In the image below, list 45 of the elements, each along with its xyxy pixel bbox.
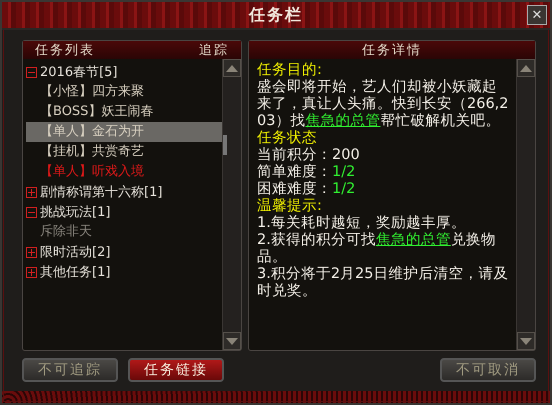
task-item[interactable]: 【挂机】共赏奇艺 — [40, 144, 144, 159]
task-item-row[interactable]: 【小怪】四方来聚 — [26, 82, 222, 102]
detail-text: 任务状态 — [257, 130, 318, 147]
panel-title: 任务列表 — [35, 42, 95, 59]
detail-text: 当前积分：200 — [257, 147, 361, 164]
detail-text: 盛会即将开始，艺人们却被小妖藏起来了，真让人头痛。快到长安（266,203）找焦急的总管帮忙破解机关吧。 — [257, 79, 510, 130]
detail-text: 温馨提示: — [257, 198, 323, 215]
task-item-row[interactable]: 【BOSS】妖王闹春 — [26, 102, 222, 122]
task-item[interactable]: 【单人】听戏入境 — [40, 164, 144, 179]
scroll-down-icon[interactable] — [517, 332, 535, 350]
expand-toggle-icon[interactable] — [26, 66, 37, 78]
scroll-down-icon[interactable] — [223, 332, 241, 350]
expand-toggle-icon[interactable] — [26, 186, 37, 198]
task-group[interactable]: 2016春节[5] — [40, 63, 118, 81]
task-item[interactable]: 【单人】金石为开 — [40, 124, 144, 139]
close-button[interactable]: ✕ — [527, 5, 547, 25]
task-item-row[interactable]: 【单人】听戏入境 — [26, 162, 222, 182]
action-button[interactable]: 任务链接 — [128, 358, 224, 382]
expand-toggle-icon[interactable] — [26, 246, 37, 258]
task-group[interactable]: 限时活动[2] — [40, 243, 110, 261]
task-group[interactable]: 挑战玩法[1] — [40, 203, 110, 221]
panel-title: 任务详情 — [362, 42, 422, 59]
detail-text: 3.积分将于2月25日维护后清空，请及时兑奖。 — [257, 266, 510, 300]
track-header: 追踪 — [199, 42, 229, 59]
task-item-row[interactable]: 【单人】金石为开 — [26, 122, 222, 142]
expand-toggle-icon[interactable] — [26, 266, 37, 278]
task-group[interactable]: 其他任务[1] — [40, 263, 110, 281]
detail-text: 任务目的: — [257, 62, 323, 79]
task-item-row[interactable]: 【挂机】共赏奇艺 — [26, 142, 222, 162]
task-item[interactable]: 【BOSS】妖王闹春 — [40, 104, 154, 119]
scroll-up-icon[interactable] — [517, 59, 535, 77]
task-group[interactable]: 剧情称谓第十六称[1] — [40, 183, 162, 201]
window-title: 任务栏 — [249, 4, 303, 26]
detail-text: 2.获得的积分可找焦急的总管兑换物品。 — [257, 232, 497, 266]
task-item[interactable]: 【小怪】四方来聚 — [40, 84, 144, 99]
scroll-up-icon[interactable] — [223, 59, 241, 77]
scroll-thumb[interactable] — [223, 135, 227, 155]
detail-text: 简单难度：1/2 — [257, 164, 356, 180]
detail-text: 1.每关耗时越短，奖励越丰厚。 — [257, 215, 467, 232]
expand-toggle-icon[interactable] — [26, 206, 37, 218]
scrollbar[interactable] — [516, 59, 535, 350]
task-item[interactable]: 斥除非天 — [40, 224, 92, 239]
task-item-row[interactable]: 斥除非天 — [26, 222, 222, 242]
detail-text: 困难难度：1/2 — [257, 181, 356, 198]
scrollbar[interactable] — [222, 59, 241, 350]
